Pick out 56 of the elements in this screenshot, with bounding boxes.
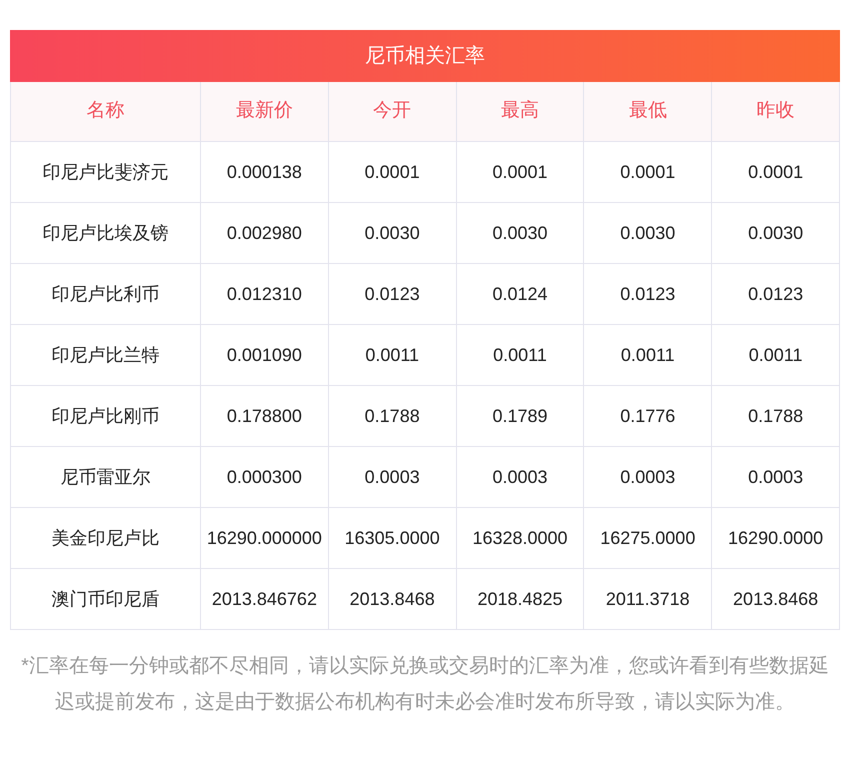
table-cell: 0.0030 (456, 203, 584, 264)
table-cell: 0.000300 (201, 447, 329, 508)
column-header: 昨收 (712, 82, 840, 142)
table-cell: 0.0123 (328, 264, 457, 325)
table-cell: 2013.8468 (712, 569, 840, 630)
table-cell: 2011.3718 (584, 569, 712, 630)
table-cell: 印尼卢比兰特 (11, 325, 201, 386)
table-cell: 0.178800 (201, 386, 329, 447)
table-cell: 澳门币印尼盾 (11, 569, 201, 630)
table-cell: 2018.4825 (456, 569, 584, 630)
column-header: 最新价 (201, 82, 329, 142)
table-cell: 美金印尼卢比 (11, 508, 201, 569)
column-header: 最低 (584, 82, 712, 142)
table-cell: 0.0001 (584, 142, 712, 203)
table-cell: 0.0003 (456, 447, 584, 508)
table-cell: 0.0003 (712, 447, 840, 508)
table-cell: 0.0030 (584, 203, 712, 264)
table-cell: 0.0011 (328, 325, 457, 386)
table-cell: 2013.846762 (201, 569, 329, 630)
table-cell: 16290.000000 (201, 508, 329, 569)
table-cell: 0.1788 (712, 386, 840, 447)
table-cell: 0.0001 (712, 142, 840, 203)
disclaimer-text: *汇率在每一分钟或都不尽相同，请以实际兑换或交易时的汇率为准，您或许看到有些数据延迟或提前发布，这是由于数据公布机构有时未必会准时发布所导致，请以实际为准。 (20, 654, 830, 715)
column-header: 最高 (456, 82, 584, 142)
table-cell: 0.0123 (584, 264, 712, 325)
table-title: 尼币相关汇率 (10, 30, 840, 82)
table-cell: 16328.0000 (456, 508, 584, 569)
table-cell: 0.0001 (328, 142, 457, 203)
table-cell: 16290.0000 (712, 508, 840, 569)
table-cell: 0.1776 (584, 386, 712, 447)
table-cell: 0.1789 (456, 386, 584, 447)
table-cell: 0.0011 (584, 325, 712, 386)
table-cell: 0.0124 (456, 264, 584, 325)
table-cell: 16275.0000 (584, 508, 712, 569)
table-cell: 印尼卢比刚币 (11, 386, 201, 447)
table-cell: 0.012310 (201, 264, 329, 325)
table-cell: 0.0003 (328, 447, 457, 508)
table-cell: 0.0001 (456, 142, 584, 203)
table-cell: 16305.0000 (328, 508, 457, 569)
table-cell: 0.0123 (712, 264, 840, 325)
table-cell: 尼币雷亚尔 (11, 447, 201, 508)
table-cell: 0.0030 (712, 203, 840, 264)
table-cell: 0.002980 (201, 203, 329, 264)
table-cell: 0.0011 (456, 325, 584, 386)
table-cell: 2013.8468 (328, 569, 457, 630)
column-header: 名称 (11, 82, 201, 142)
table-cell: 0.1788 (328, 386, 457, 447)
table-cell: 印尼卢比利币 (11, 264, 201, 325)
table-cell: 0.000138 (201, 142, 329, 203)
table-cell: 0.0011 (712, 325, 840, 386)
table-cell: 0.0003 (584, 447, 712, 508)
table-cell: 印尼卢比埃及镑 (11, 203, 201, 264)
table-cell: 印尼卢比斐济元 (11, 142, 201, 203)
column-header: 今开 (328, 82, 457, 142)
table-cell: 0.001090 (201, 325, 329, 386)
table-cell: 0.0030 (328, 203, 457, 264)
